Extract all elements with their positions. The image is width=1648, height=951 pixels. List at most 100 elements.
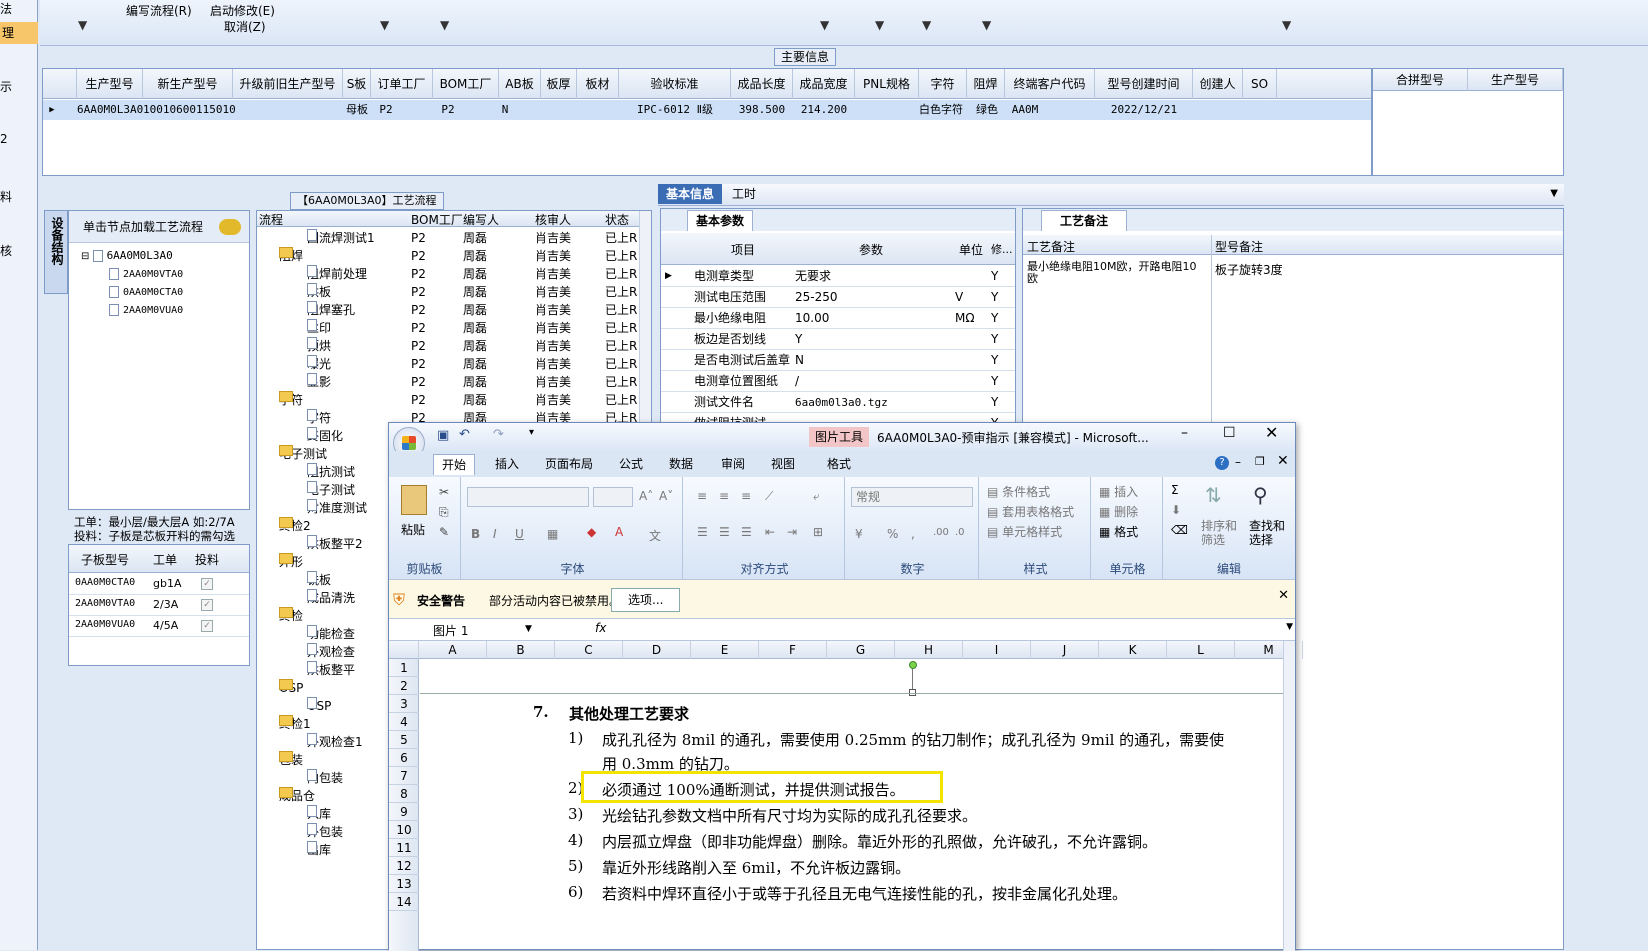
cell[interactable]: 398.500 (731, 100, 793, 120)
close-icon[interactable]: ✕ (1277, 453, 1289, 469)
nav-item-3[interactable]: 2 (0, 132, 8, 146)
sort-filter-icon[interactable]: ⇅ (1205, 483, 1222, 507)
param-cell[interactable]: 6aa0m0l3a0.tgz (795, 392, 953, 413)
close-icon[interactable]: ✕ (1265, 423, 1278, 442)
feed-checkbox[interactable]: ✓ (201, 578, 213, 590)
param-cell[interactable]: 电测章类型 (694, 266, 792, 287)
param-row[interactable]: 测试电压范围 25-250 V Y (661, 287, 1015, 308)
cell[interactable]: P2 (371, 100, 401, 120)
restore-icon[interactable]: ❐ (1255, 455, 1265, 468)
flow-row[interactable]: ⊟ 字符 P2 周磊 肖吉美 已上R (257, 391, 651, 409)
param-cell[interactable]: V (955, 287, 987, 308)
flow-step[interactable]: 外包装 (307, 823, 343, 841)
nav-item-2[interactable]: 示 (0, 78, 12, 95)
write-flow-menu[interactable]: 编写流程(R) (126, 2, 192, 19)
param-row[interactable]: 电测章类型 无要求 Y ▶ (661, 266, 1015, 287)
flow-folder[interactable]: ⊟ 终检1 (279, 715, 311, 733)
minimize-icon[interactable]: – (1181, 425, 1188, 441)
flow-row[interactable]: 预烘 P2 周磊 肖吉美 已上R (257, 337, 651, 355)
name-box[interactable]: 图片 1 (433, 622, 468, 639)
font-name-dropdown[interactable] (467, 487, 589, 507)
cell[interactable]: P2 (433, 100, 463, 120)
flow-step[interactable]: 成品清洗 (307, 589, 355, 607)
col-header[interactable]: BOM工厂 (411, 211, 463, 228)
tab-formulas[interactable]: 公式 (611, 454, 651, 474)
model-remark-text[interactable]: 板子旋转3度 (1215, 261, 1283, 278)
param-cell[interactable]: 10.00 (795, 308, 953, 329)
cancel-menu[interactable]: 取消(Z) (224, 18, 266, 35)
sheet-area[interactable]: 7. 其他处理工艺要求 1) 成孔孔径为 8mil 的通孔，需要使用 0.25mm… (420, 659, 1283, 949)
flow-step[interactable]: 阻焊前处理 (307, 265, 367, 283)
flow-row[interactable]: 阻焊塞孔 P2 周磊 肖吉美 已上R (257, 301, 651, 319)
options-button[interactable]: 选项... (611, 588, 681, 612)
row-header[interactable]: 10 (389, 821, 419, 839)
font-color-icon[interactable]: A (615, 525, 623, 539)
row-header[interactable]: 2 (389, 677, 419, 695)
chat-bubble-icon[interactable] (219, 219, 241, 235)
sum-icon[interactable]: Σ (1171, 483, 1179, 497)
col-header[interactable]: 子板型号 (81, 551, 129, 568)
flow-step[interactable]: 外观检查 (307, 643, 355, 661)
increase-indent-icon[interactable]: ⇥ (787, 525, 797, 539)
col-header[interactable]: 板材 (577, 69, 619, 99)
flow-step[interactable]: 终固化 (307, 427, 343, 445)
cell-styles-button[interactable]: ▤ 单元格样式 (987, 523, 1062, 540)
col-header[interactable]: 升级前旧生产型号 (233, 69, 343, 99)
increase-decimal-icon[interactable]: .00 (933, 527, 949, 538)
col-header[interactable]: 生产型号 (77, 69, 143, 99)
param-cell[interactable]: Y (991, 266, 1011, 287)
param-cell[interactable]: Y (991, 392, 1011, 413)
tab-page-layout[interactable]: 页面布局 (537, 454, 601, 474)
align-center-icon[interactable]: ☰ (719, 525, 730, 539)
col-header[interactable]: 参数 (859, 241, 883, 258)
tab-insert[interactable]: 插入 (487, 454, 527, 474)
fill-icon[interactable]: ⬇ (1171, 503, 1181, 517)
chevron-down-icon[interactable]: ▼ (525, 624, 532, 634)
formula-input[interactable] (615, 621, 1283, 639)
tree-child[interactable]: 2AA0M0VTA0 (109, 266, 183, 280)
flow-step[interactable]: OSP (307, 697, 331, 715)
param-cell[interactable]: 板边是否划线 (694, 329, 792, 350)
cell[interactable]: 10010600115010 (143, 100, 236, 120)
maximize-icon[interactable]: ☐ (1223, 425, 1236, 441)
chevron-down-icon[interactable]: ▼ (1286, 622, 1293, 632)
cell[interactable]: 6AA0M0L3A0 (77, 100, 143, 120)
delete-cells-button[interactable]: ▦ 删除 (1099, 503, 1138, 520)
clear-icon[interactable]: ⌫ (1171, 523, 1188, 537)
column-header[interactable]: G (827, 641, 895, 659)
close-icon[interactable]: ✕ (1278, 588, 1289, 603)
row-header[interactable]: 12 (389, 857, 419, 875)
col-header[interactable]: 创建人 (1193, 69, 1243, 99)
col-header[interactable]: S板 (343, 69, 371, 99)
col-header[interactable]: 状态 (605, 211, 629, 228)
cell[interactable]: IPC-6012 Ⅱ级 (619, 100, 731, 120)
flow-folder[interactable]: ⊟ 阻焊 (279, 247, 303, 265)
column-header[interactable]: D (623, 641, 691, 659)
row-header[interactable]: 1 (389, 659, 419, 677)
param-row[interactable]: 板边是否划线 Y Y (661, 329, 1015, 350)
flow-folder[interactable]: ⊟ 字符 (279, 391, 303, 409)
number-format-dropdown[interactable]: 常规 (851, 487, 973, 507)
decrease-decimal-icon[interactable]: .0 (955, 527, 965, 538)
row-header[interactable]: 6 (389, 749, 419, 767)
column-header[interactable]: A (419, 641, 487, 659)
param-row[interactable]: 最小绝缘电阻 10.00 MΩ Y (661, 308, 1015, 329)
col-header[interactable]: SO (1243, 69, 1277, 99)
param-row[interactable]: 是否电测试后盖章 N Y (661, 350, 1015, 371)
column-header[interactable]: I (963, 641, 1031, 659)
currency-icon[interactable]: ¥ (855, 527, 863, 541)
flow-row[interactable]: 烘板 P2 周磊 肖吉美 已上R (257, 283, 651, 301)
tree-child[interactable]: 0AA0M0CTA0 (109, 284, 183, 298)
table-row[interactable]: 2AA0M0VTA0 2/3A ✓ (69, 595, 249, 616)
table-row[interactable]: 0AA0M0CTA0 gb1A ✓ (69, 574, 249, 595)
save-icon[interactable]: ▣ (437, 428, 449, 443)
cut-icon[interactable]: ✂ (439, 485, 449, 499)
param-cell[interactable]: Y (991, 329, 1011, 350)
align-bottom-icon[interactable]: ≡ (741, 489, 751, 503)
col-header[interactable]: 字符 (919, 69, 967, 99)
align-right-icon[interactable]: ☰ (741, 525, 752, 539)
row-header[interactable]: 8 (389, 785, 419, 803)
flow-step[interactable]: 显影 (307, 373, 331, 391)
conditional-format-button[interactable]: ▤ 条件格式 (987, 483, 1050, 500)
flow-step[interactable]: 外观检查1 (307, 733, 363, 751)
